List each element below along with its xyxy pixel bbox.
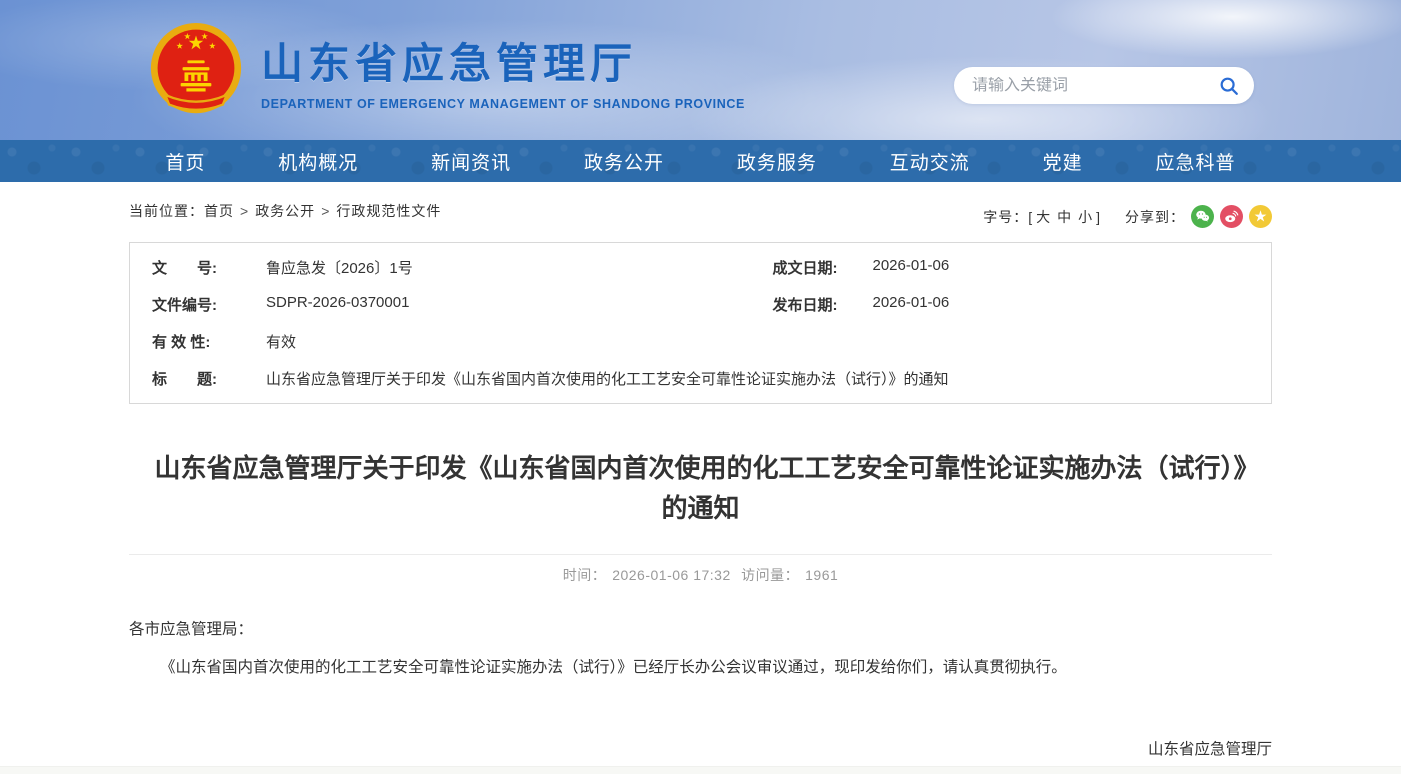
validity-value: 有效 [266, 331, 296, 352]
doc-number-value: 鲁应急发〔2026〕1号 [266, 257, 413, 278]
main-content: 当前位置：首页 > 政务公开 > 行政规范性文件 字号：[大中小] 分享到： [129, 197, 1272, 774]
font-size-medium[interactable]: 中 [1057, 209, 1072, 225]
table-row: 标 题: 山东省应急管理厅关于印发《山东省国内首次使用的化工工艺安全可靠性论证实… [130, 360, 1271, 397]
font-size-label: 字号： [983, 209, 1028, 225]
breadcrumb-home[interactable]: 首页 [204, 203, 234, 219]
page-title: 山东省应急管理厅关于印发《山东省国内首次使用的化工工艺安全可靠性论证实施办法（试… [151, 448, 1251, 528]
salutation: 各市应急管理局： [129, 617, 1272, 643]
publish-date-value: 2026-01-06 [873, 294, 950, 315]
site-header: 山东省应急管理厅 DEPARTMENT OF EMERGENCY MANAGEM… [0, 0, 1401, 140]
nav-item-home[interactable]: 首页 [165, 148, 205, 175]
nav-item-gov-service[interactable]: 政务服务 [737, 148, 817, 175]
nav-item-gov-info[interactable]: 政务公开 [584, 148, 664, 175]
views-label: 访问量： [741, 567, 799, 583]
share-label: 分享到： [1125, 207, 1185, 227]
site-subtitle: DEPARTMENT OF EMERGENCY MANAGEMENT OF SH… [261, 97, 745, 111]
site-title: 山东省应急管理厅 [261, 30, 745, 91]
doc-number-label: 文 号: [152, 257, 248, 278]
doc-title-value: 山东省应急管理厅关于印发《山东省国内首次使用的化工工艺安全可靠性论证实施办法（试… [266, 368, 949, 389]
bracket-open: [ [1028, 209, 1033, 225]
search-input[interactable] [972, 77, 1218, 95]
signature-org: 山东省应急管理厅 [129, 737, 1272, 763]
table-row: 有 效 性: 有效 [130, 323, 1271, 360]
written-date-value: 2026-01-06 [873, 257, 950, 278]
weibo-icon [1224, 209, 1239, 224]
breadcrumb: 当前位置：首页 > 政务公开 > 行政规范性文件 [129, 197, 441, 221]
breadcrumb-separator: > [240, 203, 249, 219]
views-value: 1961 [805, 567, 838, 583]
font-size-large[interactable]: 大 [1036, 209, 1051, 225]
nav-item-org[interactable]: 机构概况 [278, 148, 358, 175]
breadcrumb-separator: > [321, 203, 330, 219]
font-size-small[interactable]: 小 [1078, 209, 1093, 225]
footer-strip [0, 766, 1401, 774]
written-date-label: 成文日期: [773, 257, 855, 278]
national-emblem-icon [147, 22, 245, 118]
breadcrumb-current[interactable]: 行政规范性文件 [336, 203, 441, 219]
wechat-icon [1195, 209, 1210, 224]
font-size-control: 字号：[大中小] [983, 207, 1101, 227]
doc-title-label: 标 题: [152, 368, 248, 389]
search-button[interactable] [1218, 75, 1240, 97]
validity-label: 有 效 性: [152, 331, 248, 352]
share-weibo-button[interactable] [1220, 205, 1243, 228]
share-wechat-button[interactable] [1191, 205, 1214, 228]
body-paragraph: 《山东省国内首次使用的化工工艺安全可靠性论证实施办法（试行）》已经厅长办公会议审… [129, 655, 1272, 681]
file-code-label: 文件编号: [152, 294, 248, 315]
site-logo[interactable]: 山东省应急管理厅 DEPARTMENT OF EMERGENCY MANAGEM… [147, 22, 745, 118]
nav-item-party[interactable]: 党建 [1043, 148, 1083, 175]
main-nav: 首页 机构概况 新闻资讯 政务公开 政务服务 互动交流 党建 应急科普 [0, 140, 1401, 182]
nav-item-science[interactable]: 应急科普 [1156, 148, 1236, 175]
nav-item-news[interactable]: 新闻资讯 [431, 148, 511, 175]
document-meta-table: 文 号: 鲁应急发〔2026〕1号 成文日期: 2026-01-06 文件编号:… [129, 242, 1272, 404]
table-row: 文 号: 鲁应急发〔2026〕1号 成文日期: 2026-01-06 [130, 249, 1271, 286]
time-label: 时间： [563, 567, 607, 583]
star-icon [1253, 209, 1268, 224]
bracket-close: ] [1096, 209, 1101, 225]
share-qzone-button[interactable] [1249, 205, 1272, 228]
table-row: 文件编号: SDPR-2026-0370001 发布日期: 2026-01-06 [130, 286, 1271, 323]
search-box[interactable] [954, 67, 1254, 104]
article-body: 各市应急管理局： 《山东省国内首次使用的化工工艺安全可靠性论证实施办法（试行）》… [129, 617, 1272, 774]
search-icon [1218, 75, 1240, 97]
nav-item-interaction[interactable]: 互动交流 [890, 148, 970, 175]
time-value: 2026-01-06 17:32 [612, 567, 731, 583]
breadcrumb-gov-info[interactable]: 政务公开 [255, 203, 315, 219]
publish-date-label: 发布日期: [773, 294, 855, 315]
breadcrumb-label: 当前位置： [129, 203, 204, 219]
file-code-value: SDPR-2026-0370001 [266, 294, 409, 315]
article-meta-bar: 时间： 2026-01-06 17:32 访问量： 1961 [129, 554, 1272, 585]
